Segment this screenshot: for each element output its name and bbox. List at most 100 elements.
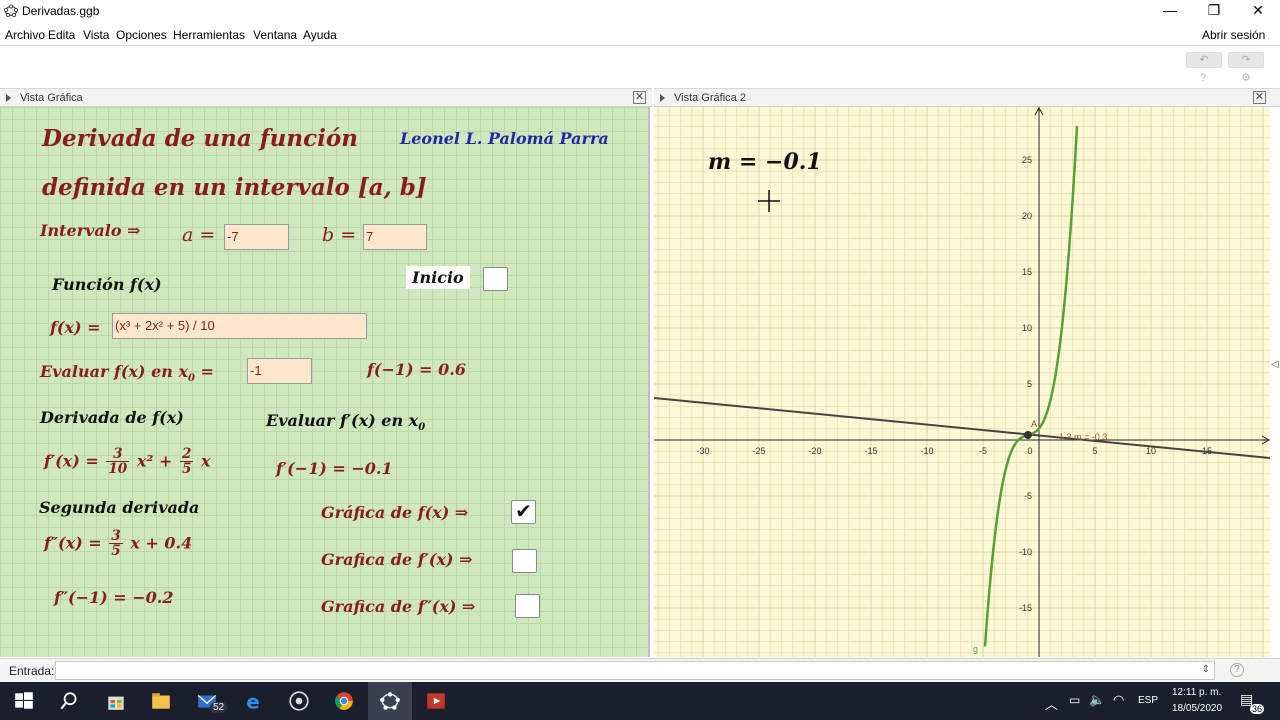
left-view-header: Vista Gráfica ✕ <box>0 88 652 107</box>
video-editor-icon[interactable] <box>424 690 448 712</box>
notifications-badge: 36 <box>1250 704 1265 714</box>
graph-fp-checkbox[interactable] <box>512 549 537 573</box>
help-icon[interactable]: ? <box>1200 72 1206 84</box>
language-indicator[interactable]: ESP <box>1138 695 1158 706</box>
panel-expand-icon[interactable]: ◁ <box>1271 359 1279 370</box>
y-tick-label: 5 <box>1027 379 1032 389</box>
point-a-label: A <box>1031 419 1037 429</box>
b-label: b = <box>322 224 357 246</box>
right-view-title: Vista Gráfica 2 <box>674 92 746 104</box>
x-tick-label: -15 <box>864 446 877 456</box>
y-tick-label: -5 <box>1024 491 1032 501</box>
file-explorer-icon[interactable] <box>149 690 173 712</box>
funcion-label: Función f(x) <box>52 275 162 294</box>
menu-edita[interactable]: Edita <box>48 28 75 42</box>
y-tick-label: 25 <box>1022 155 1032 165</box>
input-help-icon[interactable]: ? <box>1230 663 1244 677</box>
graphics-view-2[interactable]: -30-25-20-15-10-5051015252015105-5-10-15… <box>654 107 1270 657</box>
graph-fpp-label: Grafica de f″(x) ⇒ <box>321 597 476 616</box>
edge-browser-icon[interactable]: e <box>242 690 266 712</box>
slope-annotation: 1.3 m = -0.3 <box>1059 432 1107 442</box>
window-title: Derivadas.ggb <box>22 4 100 18</box>
inicio-checkbox[interactable] <box>483 267 508 291</box>
x0-input[interactable]: -1 <box>247 358 312 384</box>
a-input[interactable]: -7 <box>224 224 289 250</box>
menu-ventana[interactable]: Ventana <box>253 28 297 42</box>
first-derivative-formula: f′(x) = 3 10 x² + 25 x <box>44 446 211 478</box>
geogebra-taskbar-item[interactable] <box>368 682 412 720</box>
search-icon[interactable] <box>57 690 81 712</box>
clock-date[interactable]: 18/05/2020 <box>1172 703 1222 714</box>
menu-bar: Archivo Edita Vista Opciones Herramienta… <box>0 24 1280 46</box>
evaluate-derivative-label: Evaluar f′(x) en x0 <box>266 411 426 434</box>
x-tick-label: -5 <box>979 446 987 456</box>
clock-time[interactable]: 12:11 p. m. <box>1172 687 1221 698</box>
x-tick-label: -20 <box>808 446 821 456</box>
right-view-close-button[interactable]: ✕ <box>1253 91 1266 104</box>
slope-label: m = −0.1 <box>708 149 822 175</box>
chrome-icon[interactable] <box>332 690 356 712</box>
f-label: f(x) = <box>50 318 101 337</box>
left-view-close-button[interactable]: ✕ <box>633 91 646 104</box>
windows-start-icon[interactable] <box>12 690 36 712</box>
x-tick-label: -10 <box>920 446 933 456</box>
expand-triangle-icon[interactable] <box>660 94 665 102</box>
y-tick-label: 15 <box>1022 267 1032 277</box>
x-tick-label: 0 <box>1027 446 1032 456</box>
volume-icon[interactable]: 🔈 <box>1089 692 1105 708</box>
redo-button[interactable]: ↷ <box>1228 52 1264 68</box>
x-tick-label: 5 <box>1092 446 1097 456</box>
second-derivative-label: Segunda derivada <box>39 498 200 517</box>
minimize-button[interactable]: — <box>1148 0 1192 22</box>
inicio-label: Inicio <box>406 266 470 289</box>
right-view-header: Vista Gráfica 2 ✕ <box>654 88 1280 107</box>
title-bar: Derivadas.ggb — ❐ ✕ <box>0 0 1280 23</box>
f-value-result: f(−1) = 0.6 <box>367 360 466 379</box>
windows-taskbar: 52 e ︿ ▭ 🔈 ◠ ESP 12:11 p. m. 18/05/2020 … <box>0 682 1280 720</box>
right-scroll-strip: ◁ <box>1270 107 1280 657</box>
menu-vista[interactable]: Vista <box>83 28 109 42</box>
battery-icon[interactable]: ▭ <box>1069 693 1080 707</box>
input-bar: Entrada: ⇕ ? <box>0 658 1280 682</box>
menu-opciones[interactable]: Opciones <box>116 28 167 42</box>
store-icon[interactable] <box>104 690 128 712</box>
x-tick-label: -30 <box>696 446 709 456</box>
heading-line-2: definida en un intervalo [a, b] <box>42 174 427 201</box>
settings-icon[interactable]: ⚙ <box>1241 71 1251 84</box>
svg-text:e: e <box>246 691 259 712</box>
menu-herramientas[interactable]: Herramientas <box>173 28 245 42</box>
input-bar-label: Entrada: <box>9 664 55 678</box>
obs-icon[interactable] <box>287 690 311 712</box>
mail-badge: 52 <box>210 702 228 713</box>
maximize-button[interactable]: ❐ <box>1192 0 1236 22</box>
heading-line-1: Derivada de una función <box>42 125 358 152</box>
point-a <box>1024 431 1032 439</box>
second-derivative-result: f″(−1) = −0.2 <box>54 588 174 607</box>
input-bar-field[interactable]: ⇕ <box>55 661 1215 680</box>
graphics-view-1: Derivada de una función Leonel L. Palomá… <box>0 107 650 657</box>
graph-f-label: Gráfica de f(x) ⇒ <box>321 503 469 522</box>
expand-triangle-icon[interactable] <box>6 94 11 102</box>
x-tick-label: -25 <box>752 446 765 456</box>
menu-archivo[interactable]: Archivo <box>5 28 45 42</box>
input-scroll-icon[interactable]: ⇕ <box>1202 664 1210 675</box>
derivative-label: Derivada de f(x) <box>40 408 184 427</box>
tray-chevron-icon[interactable]: ︿ <box>1045 694 1058 713</box>
curve-label: g <box>973 644 978 654</box>
evaluate-label: Evaluar f(x) en x0 = <box>40 362 214 385</box>
close-button[interactable]: ✕ <box>1236 0 1280 22</box>
author-label: Leonel L. Palomá Parra <box>400 129 609 148</box>
function-input[interactable]: (x³ + 2x² + 5) / 10 <box>112 313 367 339</box>
b-input[interactable]: 7 <box>363 224 427 250</box>
login-link[interactable]: Abrir sesión <box>1202 28 1265 42</box>
geogebra-icon <box>380 692 400 710</box>
coordinate-plane[interactable]: -30-25-20-15-10-5051015252015105-5-10-15… <box>654 107 1270 657</box>
wifi-icon[interactable]: ◠ <box>1113 692 1124 708</box>
graph-fpp-checkbox[interactable] <box>515 594 540 618</box>
undo-button[interactable]: ↶ <box>1186 52 1222 68</box>
first-derivative-result: f′(−1) = −0.1 <box>276 459 393 478</box>
toolbar: ↶ ↷ ? ⚙ <box>0 46 1280 88</box>
menu-ayuda[interactable]: Ayuda <box>303 28 337 42</box>
y-tick-label: -10 <box>1019 547 1032 557</box>
graph-f-checkbox[interactable]: ✔ <box>511 500 536 524</box>
